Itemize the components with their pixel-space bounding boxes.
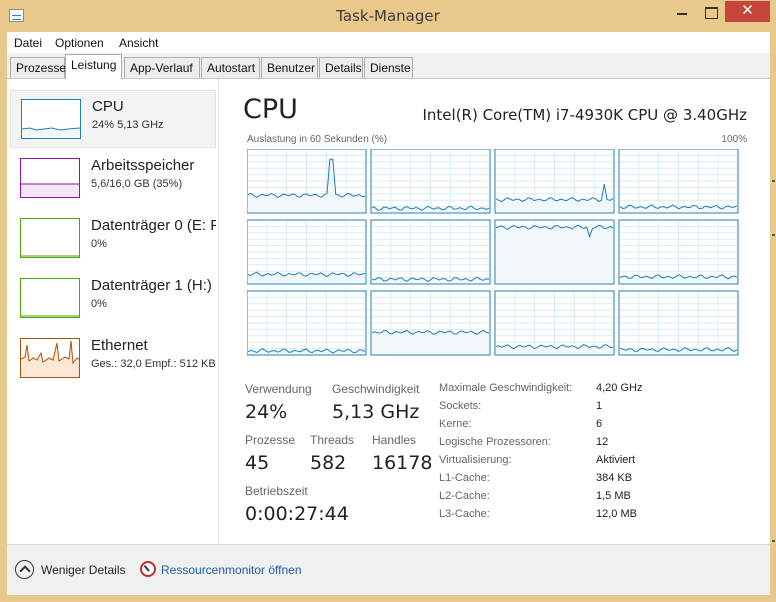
- core-graph: [370, 219, 491, 285]
- cores-label: Kerne:: [439, 418, 472, 430]
- speed-label: Geschwindigkeit: [332, 382, 420, 396]
- mini-graph: [20, 278, 80, 318]
- minimize-button[interactable]: [667, 1, 697, 22]
- processes-label: Prozesse: [245, 433, 296, 447]
- tab-strip: Prozesse Leistung App-Verlauf Autostart …: [7, 53, 770, 79]
- cpu-detail-pane: CPU Intel(R) Core(TM) i7-4930K CPU @ 3.4…: [220, 79, 770, 544]
- nav-item-disk-0[interactable]: Datenträger 0 (E: F 0%: [10, 210, 216, 268]
- menu-optionen[interactable]: Optionen: [55, 36, 104, 50]
- nav-item-subtitle: 0%: [91, 238, 107, 250]
- nav-item-ethernet[interactable]: Ethernet Ges.: 32,0 Empf.: 512 KB: [10, 330, 216, 388]
- close-icon: ✕: [741, 2, 754, 19]
- handles-value: 16178: [372, 452, 433, 474]
- performance-content: CPU 24% 5,13 GHz Arbeitsspeicher 5,6/16,…: [7, 79, 770, 544]
- core-graph: [247, 219, 367, 285]
- tab-leistung[interactable]: Leistung: [65, 54, 122, 79]
- core-graph: [370, 149, 491, 214]
- resource-monitor-icon: [140, 561, 156, 577]
- tab-details[interactable]: Details: [319, 57, 363, 78]
- core-graph: [494, 219, 615, 285]
- title-bar[interactable]: Task-Manager ✕: [0, 0, 776, 32]
- logical-processor-graphs[interactable]: [247, 149, 743, 359]
- core-graph: [618, 290, 739, 356]
- l2-cache-label: L2-Cache:: [439, 490, 490, 502]
- core-graph: [494, 290, 615, 356]
- uptime-label: Betriebszeit: [245, 484, 308, 498]
- usage-value: 24%: [245, 401, 288, 423]
- nav-item-title: Arbeitsspeicher: [91, 157, 195, 174]
- edge-marker: [772, 540, 775, 542]
- core-graph: [618, 149, 739, 214]
- tab-autostart[interactable]: Autostart: [201, 57, 260, 78]
- edge-marker: [772, 180, 775, 182]
- menu-ansicht[interactable]: Ansicht: [119, 36, 158, 50]
- logical-processors-label: Logische Prozessoren:: [439, 436, 551, 448]
- nav-item-title: Datenträger 1 (H:): [91, 277, 212, 294]
- threads-value: 582: [310, 452, 347, 474]
- l3-cache-label: L3-Cache:: [439, 508, 490, 520]
- mini-graph: [20, 338, 80, 378]
- maximize-button[interactable]: [696, 1, 726, 22]
- menu-datei[interactable]: Datei: [14, 36, 42, 50]
- cpu-model-name: Intel(R) Core(TM) i7-4930K CPU @ 3.40GHz: [422, 106, 747, 124]
- window-client: Datei Optionen Ansicht Prozesse Leistung…: [7, 32, 770, 595]
- nav-item-memory[interactable]: Arbeitsspeicher 5,6/16,0 GB (35%): [10, 150, 216, 208]
- nav-item-title: CPU: [92, 98, 124, 115]
- nav-item-subtitle: Ges.: 32,0 Empf.: 512 KB: [91, 358, 216, 370]
- usage-label: Verwendung: [245, 382, 312, 396]
- resource-monitor-label: Ressourcenmonitor öffnen: [161, 563, 302, 577]
- core-graph: [247, 290, 367, 356]
- edge-marker: [772, 234, 775, 236]
- core-graph: [494, 149, 615, 214]
- tab-prozesse[interactable]: Prozesse: [10, 57, 66, 78]
- uptime-value: 0:00:27:44: [245, 503, 349, 525]
- nav-item-subtitle: 24% 5,13 GHz: [92, 119, 164, 131]
- mini-graph: [20, 218, 80, 258]
- graph-caption: Auslastung in 60 Sekunden (%): [247, 134, 388, 145]
- fewer-details-label: Weniger Details: [41, 563, 126, 577]
- resource-list: CPU 24% 5,13 GHz Arbeitsspeicher 5,6/16,…: [7, 79, 219, 544]
- nav-item-disk-1[interactable]: Datenträger 1 (H:) 0%: [10, 270, 216, 328]
- graph-max-label: 100%: [721, 134, 747, 145]
- footer-bar: Weniger Details Ressourcenmonitor öffnen: [7, 544, 770, 595]
- core-graph: [247, 149, 367, 214]
- handles-label: Handles: [372, 433, 417, 447]
- window-frame: Task-Manager ✕ Datei Optionen Ansicht Pr…: [0, 0, 776, 602]
- core-graph: [370, 290, 491, 356]
- threads-label: Threads: [310, 433, 355, 447]
- mini-graph: [20, 158, 80, 198]
- tab-dienste[interactable]: Dienste: [364, 57, 413, 78]
- l3-cache-value: 12,0 MB: [596, 508, 637, 520]
- close-button[interactable]: ✕: [725, 1, 770, 22]
- speed-value: 5,13 GHz: [332, 401, 420, 423]
- nav-item-subtitle: 0%: [91, 298, 107, 310]
- window-title: Task-Manager: [336, 7, 440, 25]
- mini-graph: [21, 99, 81, 139]
- processes-value: 45: [245, 452, 270, 474]
- l1-cache-value: 384 KB: [596, 472, 633, 484]
- page-title: CPU: [243, 94, 298, 125]
- virtualization-label: Virtualisierung:: [439, 454, 512, 466]
- chevron-up-icon: [15, 560, 34, 579]
- cores-value: 6: [596, 418, 603, 430]
- core-graph: [618, 219, 739, 285]
- sockets-label: Sockets:: [439, 400, 482, 412]
- max-speed-value: 4,20 GHz: [596, 382, 643, 394]
- sockets-value: 1: [596, 400, 603, 412]
- nav-item-title: Ethernet: [91, 337, 148, 354]
- l1-cache-label: L1-Cache:: [439, 472, 490, 484]
- menu-bar: Datei Optionen Ansicht: [7, 32, 770, 53]
- l2-cache-value: 1,5 MB: [596, 490, 631, 502]
- max-speed-label: Maximale Geschwindigkeit:: [439, 382, 573, 394]
- nav-item-cpu[interactable]: CPU 24% 5,13 GHz: [10, 90, 216, 148]
- logical-processors-value: 12: [596, 436, 609, 448]
- tab-app-verlauf[interactable]: App-Verlauf: [124, 57, 200, 78]
- nav-item-subtitle: 5,6/16,0 GB (35%): [91, 178, 183, 190]
- nav-item-title: Datenträger 0 (E: F: [91, 217, 216, 234]
- tab-benutzer[interactable]: Benutzer: [261, 57, 318, 78]
- virtualization-value: Aktiviert: [596, 454, 636, 466]
